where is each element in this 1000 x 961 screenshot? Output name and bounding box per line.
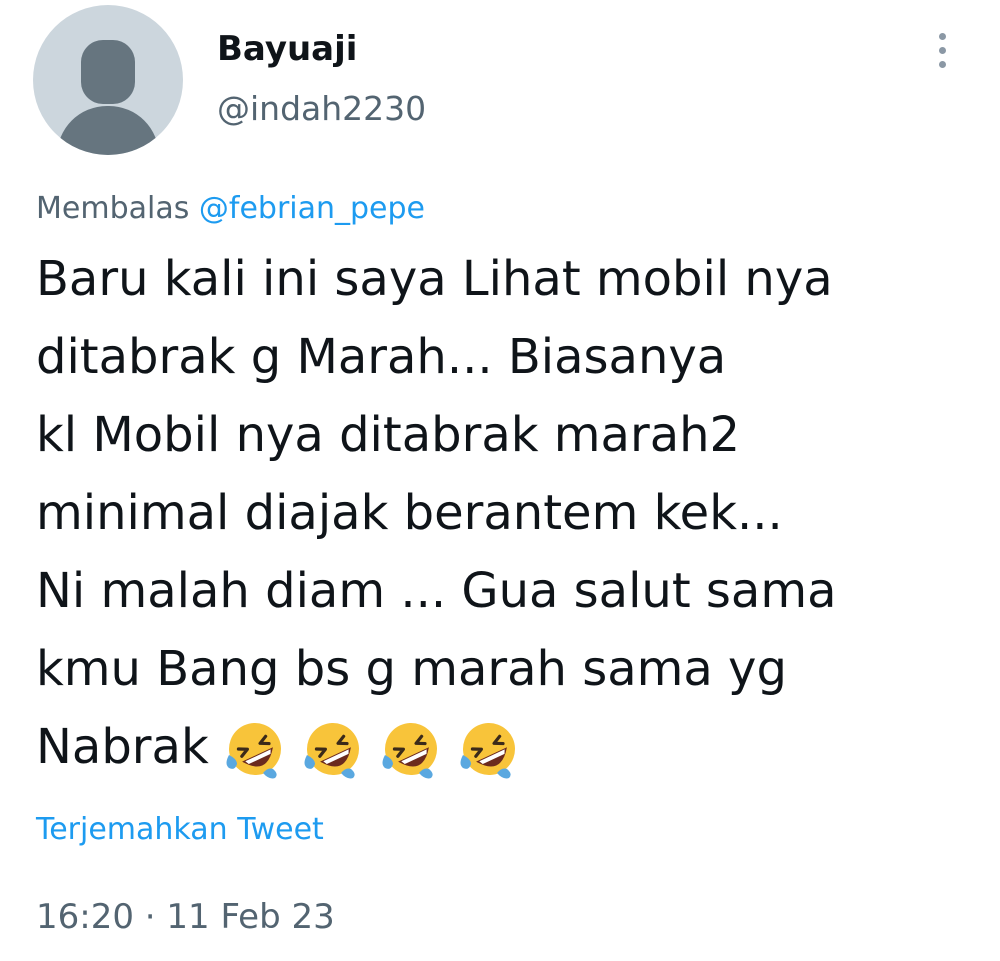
tweet-text-line: kl Mobil nya ditabrak marah2 [36,407,741,463]
reply-mention-link[interactable]: @febrian_pepe [199,191,425,226]
more-options-button[interactable] [928,32,958,68]
avatar-silhouette-head [81,40,135,104]
author-handle[interactable]: @indah2230 [217,88,426,130]
rofl-emoji-icon [382,723,437,779]
tweet-text-last-words: Nabrak [36,719,209,775]
tweet-text: Baru kali ini saya Lihat mobil nya ditab… [36,240,976,786]
tweet-timestamp[interactable]: 16:20 · 11 Feb 23 [36,895,335,939]
tweet-text-line: ditabrak g Marah... Biasanya [36,329,727,385]
tweet-text-line: kmu Bang bs g marah sama yg [36,641,787,697]
rofl-emoji-icon [226,723,281,779]
tweet-text-line: Baru kali ini saya Lihat mobil nya [36,251,833,307]
tweet-text-line: minimal diajak berantem kek... [36,485,783,541]
avatar-silhouette-body [57,106,159,155]
avatar[interactable] [33,5,183,155]
rofl-emoji-icon [304,723,359,779]
replying-to: Membalas @febrian_pepe [36,189,425,229]
emoji-row [223,707,535,785]
tweet-text-line-last: Nabrak [36,708,976,786]
tweet-text-line: Ni malah diam ... Gua salut sama [36,563,837,619]
replying-to-label: Membalas [36,191,190,226]
translate-tweet-link[interactable]: Terjemahkan Tweet [36,810,324,850]
author-display-name[interactable]: Bayuaji [217,28,357,70]
rofl-emoji-icon [460,723,515,779]
